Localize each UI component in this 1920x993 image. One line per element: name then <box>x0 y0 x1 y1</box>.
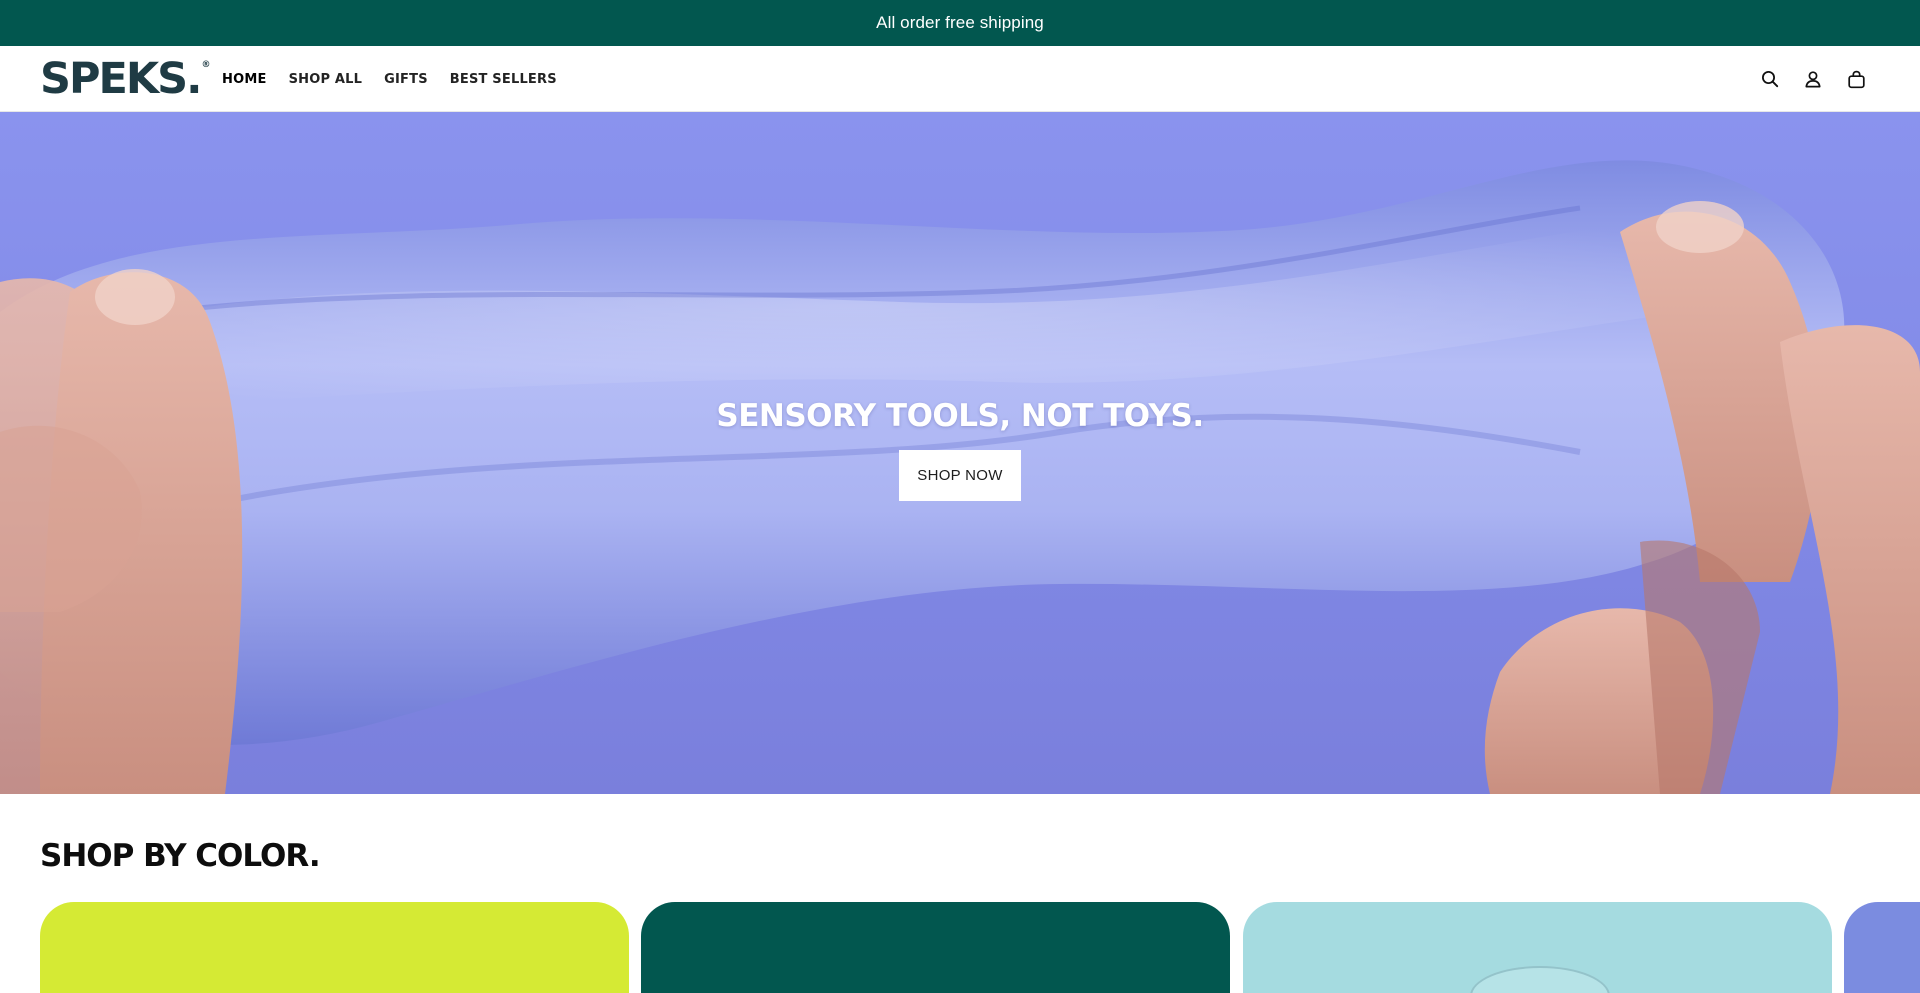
search-icon[interactable] <box>1758 67 1782 91</box>
product-image <box>1470 966 1610 993</box>
main-nav: HOME SHOP ALL GIFTS BEST SELLERS <box>222 46 579 112</box>
hero-title: SENSORY TOOLS, NOT TOYS. <box>716 398 1204 434</box>
logo-text: SPEKS. <box>40 54 202 104</box>
hero-banner: SENSORY TOOLS, NOT TOYS. SHOP NOW <box>0 112 1920 794</box>
color-cards <box>0 902 1920 993</box>
color-card-dark-green[interactable] <box>641 902 1230 993</box>
cart-icon[interactable] <box>1844 67 1868 91</box>
logo-registered-mark: ® <box>201 60 211 70</box>
announcement-bar: All order free shipping <box>0 0 1920 46</box>
shop-by-color-title: SHOP BY COLOR. <box>40 838 321 874</box>
shop-now-button[interactable]: SHOP NOW <box>899 450 1021 501</box>
nav-home[interactable]: HOME <box>222 72 267 87</box>
header-icons <box>1739 46 1868 112</box>
nav-best-sellers[interactable]: BEST SELLERS <box>450 72 557 87</box>
announcement-text: All order free shipping <box>876 13 1044 32</box>
color-card-lime[interactable] <box>40 902 629 993</box>
hero-content: SENSORY TOOLS, NOT TOYS. SHOP NOW <box>0 398 1920 501</box>
account-icon[interactable] <box>1801 67 1825 91</box>
site-header: SPEKS. ® HOME SHOP ALL GIFTS BEST SELLERS <box>0 46 1920 112</box>
logo[interactable]: SPEKS. ® <box>40 54 211 104</box>
nav-gifts[interactable]: GIFTS <box>384 72 428 87</box>
nav-shop-all[interactable]: SHOP ALL <box>289 72 363 87</box>
color-card-light-blue[interactable] <box>1243 902 1832 993</box>
color-card-periwinkle[interactable] <box>1844 902 1920 993</box>
